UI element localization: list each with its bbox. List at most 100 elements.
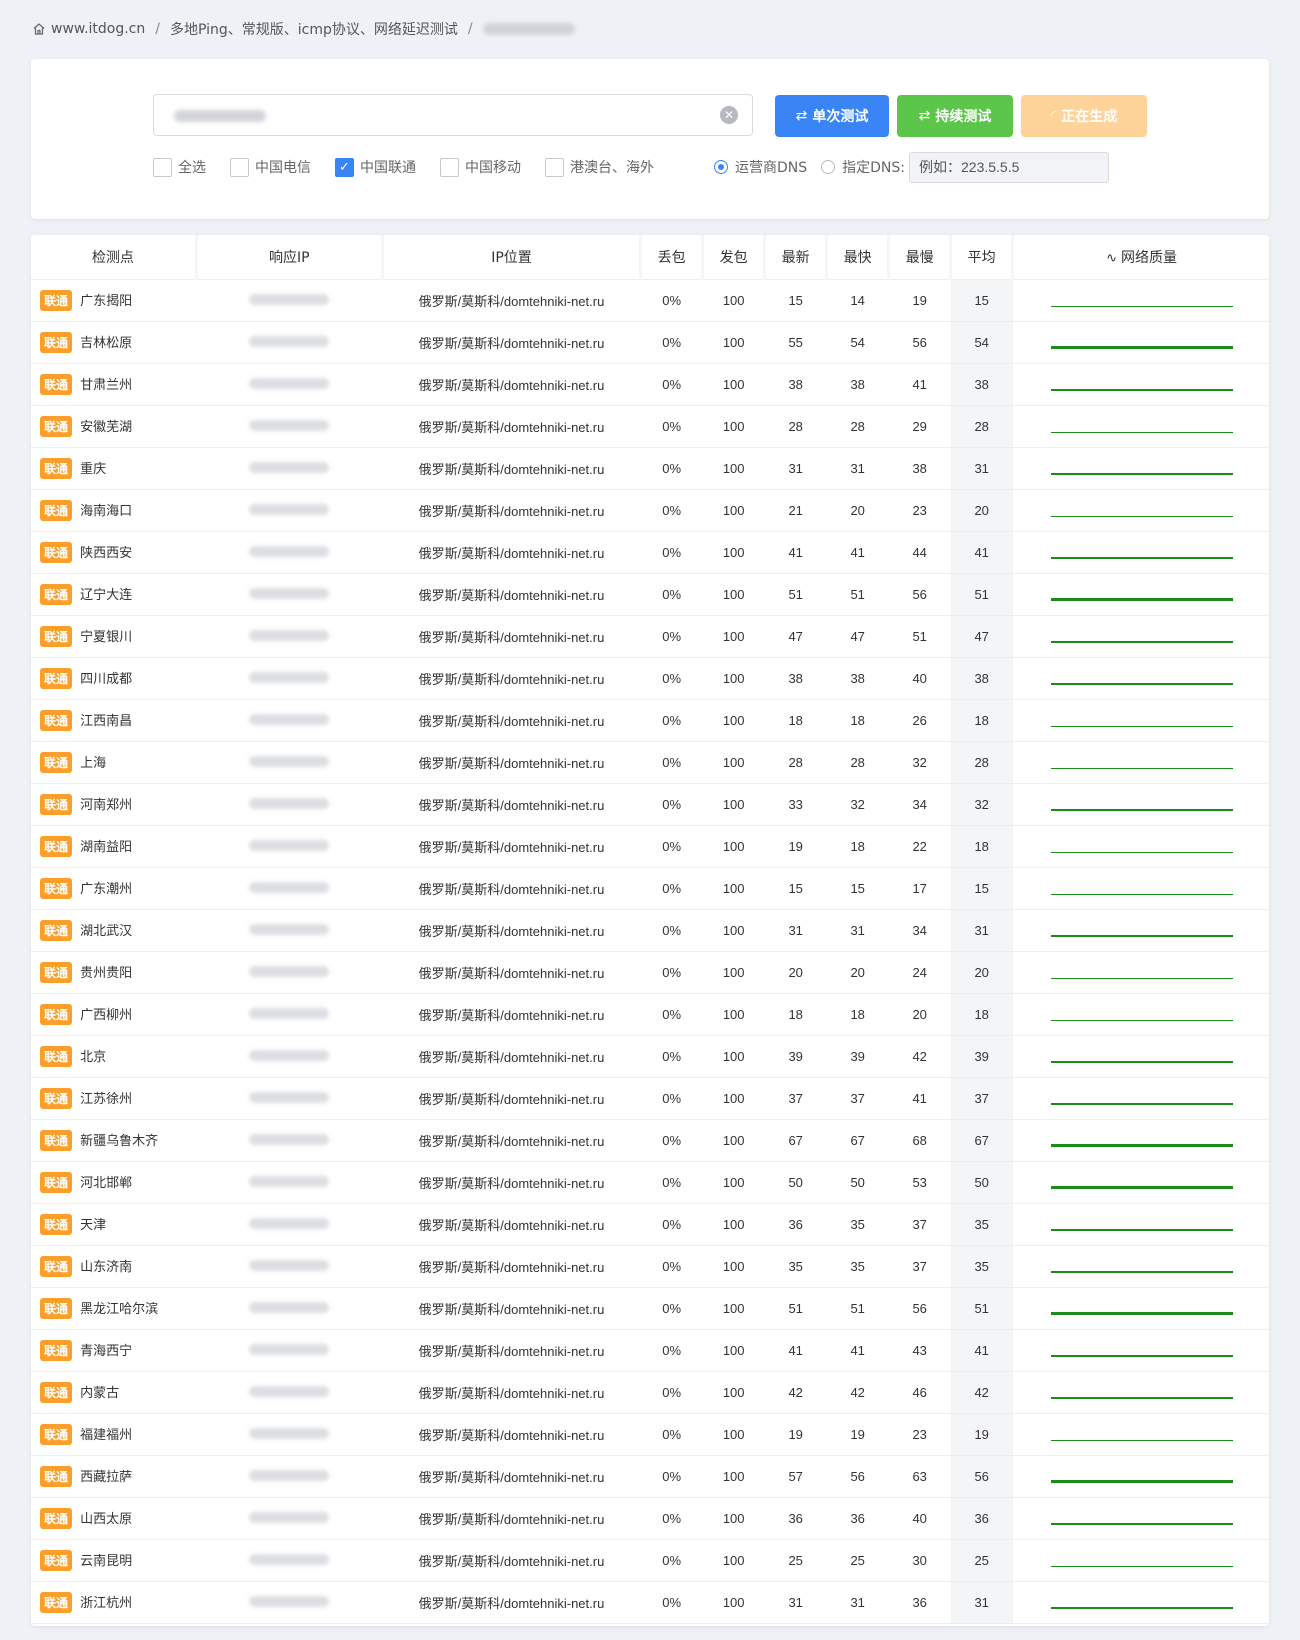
node-cell: 联通 山西太原 [31, 1497, 197, 1540]
custom-dns-input[interactable]: 例如：223.5.5.5 [909, 151, 1109, 183]
quality-cell[interactable] [1012, 447, 1269, 490]
loss-cell: 0% [640, 741, 703, 784]
mobile-checkbox[interactable]: 中国移动 [440, 157, 521, 177]
quality-cell[interactable] [1012, 1203, 1269, 1246]
telecom-checkbox[interactable]: 中国电信 [230, 157, 311, 177]
header-slowest[interactable]: 最慢 [888, 235, 953, 280]
quality-cell[interactable] [1012, 699, 1269, 742]
avg-cell: 18 [950, 699, 1013, 742]
fastest-cell: 47 [826, 615, 889, 658]
table-row: 联通 重庆 俄罗斯/莫斯科/domtehniki-net.ru 0% 100 31 31 3… [31, 447, 1269, 490]
isp-badge: 联通 [40, 1507, 73, 1529]
table-row: 联通 新疆乌鲁木齐 俄罗斯/莫斯科/domtehniki-net.ru 0% 100 6… [31, 1119, 1269, 1162]
isp-dns-radio[interactable]: 运营商DNS [714, 157, 807, 177]
clear-icon[interactable]: ✕ [720, 106, 738, 124]
quality-cell[interactable] [1012, 279, 1269, 322]
ip-location-cell: 俄罗斯/莫斯科/domtehniki-net.ru [382, 1455, 641, 1498]
isp-badge: 联通 [40, 331, 73, 353]
header-fastest[interactable]: 最快 [826, 235, 891, 280]
table-row: 联通 海南海口 俄罗斯/莫斯科/domtehniki-net.ru 0% 100 21 2… [31, 489, 1269, 532]
unicom-checkbox[interactable]: ✓ 中国联通 [335, 157, 416, 177]
latest-cell: 51 [764, 573, 827, 616]
ip-location-cell: 俄罗斯/莫斯科/domtehniki-net.ru [382, 531, 641, 574]
sent-cell: 100 [702, 741, 765, 784]
quality-cell[interactable] [1012, 1035, 1269, 1078]
quality-cell[interactable] [1012, 489, 1269, 532]
quality-cell[interactable] [1012, 321, 1269, 364]
header-quality[interactable]: ∿ 网络质量 [1012, 235, 1269, 280]
quality-cell[interactable] [1012, 951, 1269, 994]
header-ip-location[interactable]: IP位置 [382, 235, 643, 280]
quality-cell[interactable] [1012, 657, 1269, 700]
quality-cell[interactable] [1012, 615, 1269, 658]
continuous-test-button[interactable]: ⇄ 持续测试 [897, 95, 1013, 137]
table-row: 联通 青海西宁 俄罗斯/莫斯科/domtehniki-net.ru 0% 100 41 4… [31, 1329, 1269, 1372]
header-response-ip[interactable]: 响应IP [196, 235, 384, 280]
isp-badge: 联通 [40, 793, 73, 815]
quality-cell[interactable] [1012, 993, 1269, 1036]
response-ip-redacted [249, 1511, 330, 1523]
node-cell: 联通 北京 [31, 1035, 197, 1078]
header-loss[interactable]: 丢包 [640, 235, 705, 280]
latest-cell: 41 [764, 531, 827, 574]
ip-location-cell: 俄罗斯/莫斯科/domtehniki-net.ru [382, 741, 641, 784]
checkbox-box [440, 157, 459, 177]
overseas-checkbox[interactable]: 港澳台、海外 [545, 157, 654, 177]
ip-location-cell: 俄罗斯/莫斯科/domtehniki-net.ru [382, 909, 641, 952]
latest-cell: 36 [764, 1203, 827, 1246]
home-icon[interactable] [32, 22, 46, 36]
custom-dns-radio[interactable]: 指定DNS: [821, 157, 905, 177]
sent-cell: 100 [702, 615, 765, 658]
quality-cell[interactable] [1012, 1329, 1269, 1372]
quality-cell[interactable] [1012, 825, 1269, 868]
fastest-cell: 56 [826, 1455, 889, 1498]
quality-cell[interactable] [1012, 1245, 1269, 1288]
avg-cell: 54 [950, 321, 1013, 364]
avg-cell: 38 [950, 657, 1013, 700]
quality-cell[interactable] [1012, 1455, 1269, 1498]
node-name: 福建福州 [80, 1427, 133, 1443]
loss-cell: 0% [640, 321, 703, 364]
quality-cell[interactable] [1012, 1539, 1269, 1582]
single-test-button[interactable]: ⇄ 单次测试 [775, 95, 889, 137]
quality-cell[interactable] [1012, 531, 1269, 574]
select-all-checkbox[interactable]: 全选 [153, 157, 206, 177]
response-ip-cell [196, 1497, 383, 1540]
header-average[interactable]: 平均 [950, 235, 1015, 280]
latest-cell: 28 [764, 405, 827, 448]
breadcrumb-site-link[interactable]: www.itdog.cn [51, 21, 145, 37]
quality-cell[interactable] [1012, 1161, 1269, 1204]
response-ip-redacted [249, 293, 330, 305]
node-name: 北京 [80, 1049, 107, 1065]
isp-badge: 联通 [40, 1423, 73, 1445]
quality-cell[interactable] [1012, 783, 1269, 826]
response-ip-redacted [249, 1133, 330, 1145]
header-node[interactable]: 检测点 [31, 235, 198, 280]
quality-cell[interactable] [1012, 867, 1269, 910]
quality-cell[interactable] [1012, 1077, 1269, 1120]
target-host-input[interactable]: ✕ [153, 94, 753, 136]
quality-cell[interactable] [1012, 1497, 1269, 1540]
header-latest[interactable]: 最新 [764, 235, 829, 280]
header-sent[interactable]: 发包 [702, 235, 767, 280]
loss-cell: 0% [640, 1077, 703, 1120]
quality-cell[interactable] [1012, 405, 1269, 448]
quality-cell[interactable] [1012, 1413, 1269, 1456]
quality-cell[interactable] [1012, 741, 1269, 784]
target-host-value-redacted [174, 110, 266, 122]
latest-cell: 18 [764, 993, 827, 1036]
quality-cell[interactable] [1012, 1581, 1269, 1624]
quality-cell[interactable] [1012, 1371, 1269, 1414]
breadcrumb-section-link[interactable]: 多地Ping、常规版、icmp协议、网络延迟测试 [170, 19, 458, 39]
generating-button[interactable]: ◜ 正在生成 [1021, 95, 1147, 137]
table-row: 联通 北京 俄罗斯/莫斯科/domtehniki-net.ru 0% 100 39 39 4… [31, 1035, 1269, 1078]
slowest-cell: 30 [888, 1539, 951, 1582]
quality-cell[interactable] [1012, 573, 1269, 616]
node-name: 湖南益阳 [80, 839, 133, 855]
quality-cell[interactable] [1012, 1119, 1269, 1162]
loss-cell: 0% [640, 1497, 703, 1540]
quality-cell[interactable] [1012, 909, 1269, 952]
node-cell: 联通 上海 [31, 741, 197, 784]
quality-cell[interactable] [1012, 1287, 1269, 1330]
quality-cell[interactable] [1012, 363, 1269, 406]
